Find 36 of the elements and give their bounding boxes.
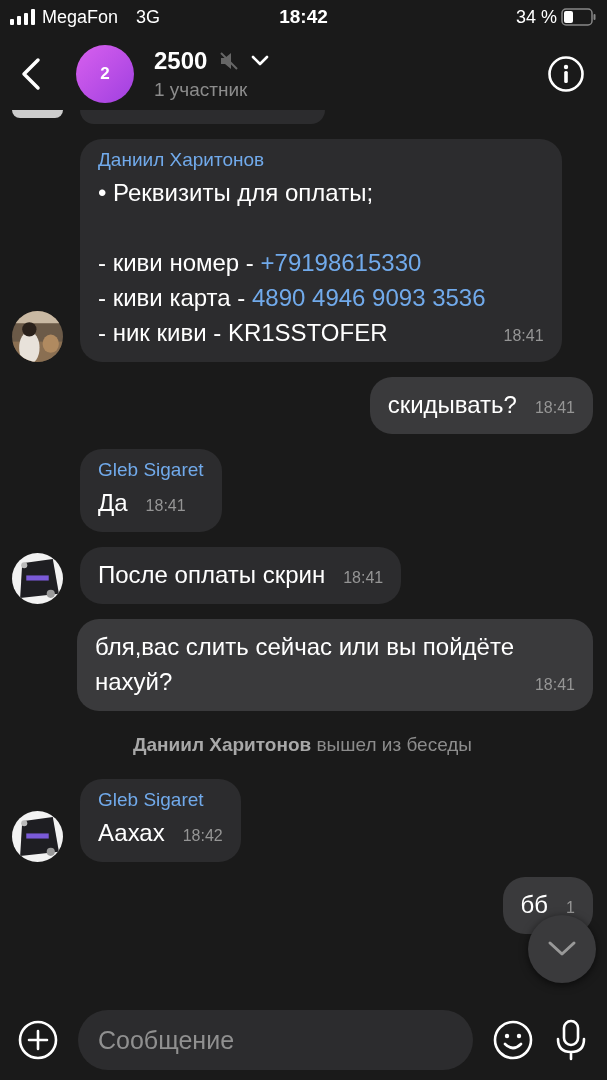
network-type: 3G bbox=[136, 6, 161, 28]
smiley-icon[interactable] bbox=[493, 1020, 533, 1060]
message-text: • Реквизиты для оплаты; - киви номер - +79198615330 - киви карта - 4890 4946 9093 3536 - ник киви - KR1SSTOFER bbox=[98, 178, 486, 348]
message-field[interactable]: Сообщение bbox=[78, 1010, 473, 1070]
link[interactable]: +79198615330 bbox=[260, 249, 422, 276]
signal-icon bbox=[10, 9, 36, 25]
message-time: 18:41 bbox=[343, 568, 384, 588]
clock: 18:42 bbox=[278, 7, 329, 27]
message-time: 18:41 bbox=[534, 675, 575, 695]
message-time: 18:41 bbox=[145, 496, 186, 516]
system-message: Даниил Харитонов вышел из беседы bbox=[131, 734, 474, 756]
members-count: 1 участник bbox=[154, 79, 249, 101]
sender-name[interactable]: Gleb Sigaret bbox=[98, 789, 204, 811]
chevron-down-icon bbox=[547, 940, 577, 958]
carrier-name: MegaFon bbox=[42, 6, 119, 28]
battery-icon bbox=[561, 8, 597, 26]
chat-title[interactable]: 2500 bbox=[154, 47, 208, 75]
sender-name[interactable]: Gleb Sigaret bbox=[98, 459, 204, 481]
link[interactable]: 4890 4946 9093 3536 bbox=[252, 284, 486, 311]
chevron-down-icon[interactable] bbox=[251, 55, 270, 67]
message-text: После оплаты скрин bbox=[98, 560, 326, 590]
message-text: бля,вас слить сейчас или вы пойдёте нахуй? bbox=[95, 632, 515, 697]
avatar-fragment bbox=[12, 110, 63, 118]
message-text: скидывать? bbox=[387, 390, 517, 420]
info-icon[interactable] bbox=[547, 55, 585, 93]
message-time: 18:41 bbox=[503, 326, 544, 346]
sender-name[interactable]: Даниил Харитонов bbox=[98, 149, 265, 171]
message-text: Да bbox=[98, 488, 128, 518]
add-icon[interactable] bbox=[18, 1020, 58, 1060]
message-time: 18:41 bbox=[534, 398, 575, 418]
battery-percent: 34 % bbox=[516, 6, 557, 28]
message-text: бб bbox=[520, 890, 549, 920]
chat-avatar[interactable]: 2 bbox=[76, 45, 134, 103]
message-text: Аахах bbox=[98, 818, 165, 848]
message-time: 18:42 bbox=[182, 826, 223, 846]
message-time: 1 bbox=[566, 898, 575, 918]
